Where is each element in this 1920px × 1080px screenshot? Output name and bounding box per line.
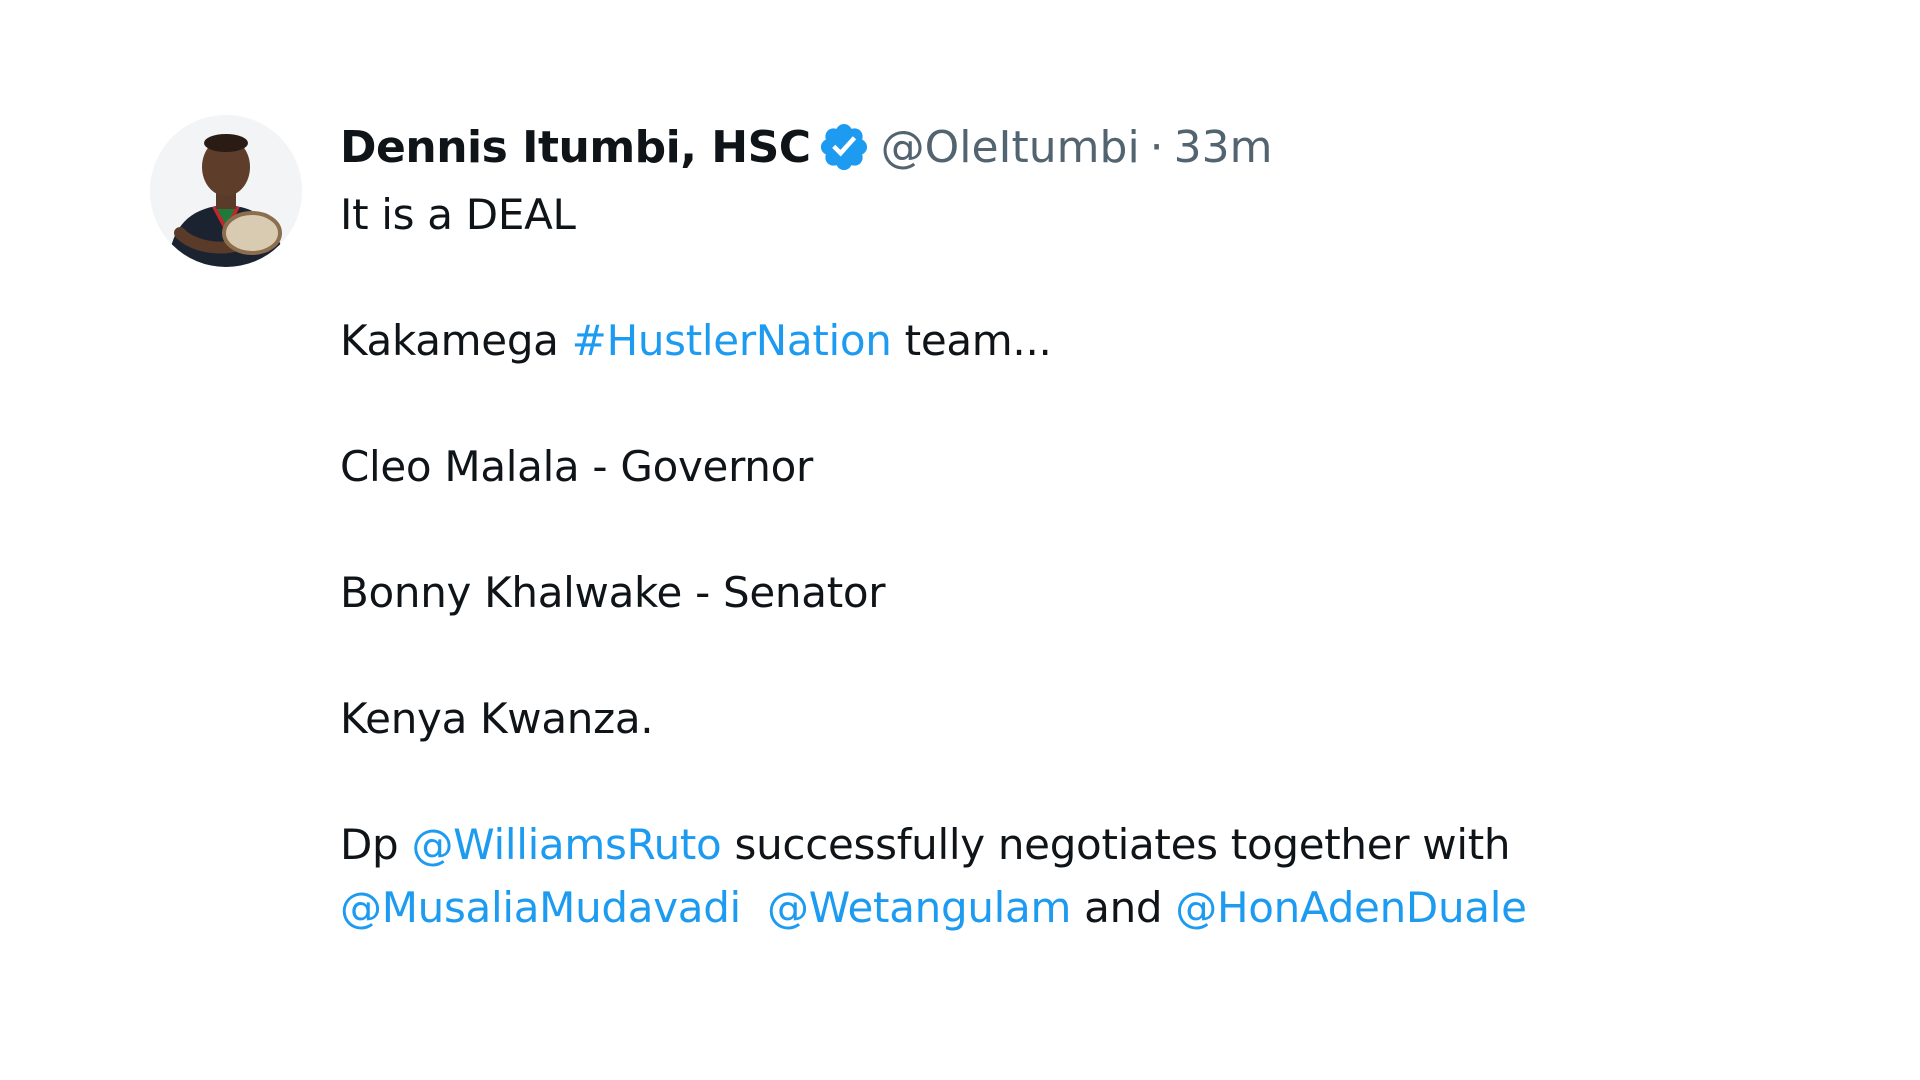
author-display-name[interactable]: Dennis Itumbi, HSC (340, 122, 811, 173)
verified-badge-icon[interactable] (817, 120, 871, 174)
tweet-line: @MusaliaMudavadi @Wetangulam and @HonAde… (340, 876, 1840, 939)
mention-link[interactable]: @Wetangulam (767, 883, 1071, 932)
tweet-line: Bonny Khalwake - Senator (340, 568, 886, 617)
mention-link[interactable]: @WilliamsRuto (411, 820, 721, 869)
text-segment: team... (891, 316, 1052, 365)
avatar-image (150, 115, 302, 267)
tweet-content: Dennis Itumbi, HSC @OleItumbi · 33m It i… (340, 115, 1840, 939)
text-segment: Dp (340, 820, 412, 869)
tweet-timestamp[interactable]: 33m (1174, 122, 1273, 173)
header-separator: · (1149, 121, 1164, 173)
tweet-line: Cleo Malala - Governor (340, 442, 813, 491)
tweet-line: Kakamega #HustlerNation team... (340, 309, 1840, 372)
tweet-line: Kenya Kwanza. (340, 694, 654, 743)
mention-link[interactable]: @HonAdenDuale (1175, 883, 1527, 932)
mention-link[interactable]: @MusaliaMudavadi (340, 883, 741, 932)
text-segment: Kakamega (340, 316, 572, 365)
tweet-line: It is a DEAL (340, 190, 576, 239)
text-segment: and (1071, 883, 1176, 932)
hashtag-link[interactable]: #HustlerNation (572, 316, 892, 365)
tweet-line: Dp @WilliamsRuto successfully negotiates… (340, 813, 1840, 876)
tweet-header: Dennis Itumbi, HSC @OleItumbi · 33m (340, 115, 1840, 179)
tweet-text: It is a DEAL Kakamega #HustlerNation tea… (340, 183, 1840, 939)
text-segment: successfully negotiates together with (721, 820, 1511, 869)
author-handle[interactable]: @OleItumbi (881, 122, 1140, 173)
author-avatar[interactable] (150, 115, 302, 267)
